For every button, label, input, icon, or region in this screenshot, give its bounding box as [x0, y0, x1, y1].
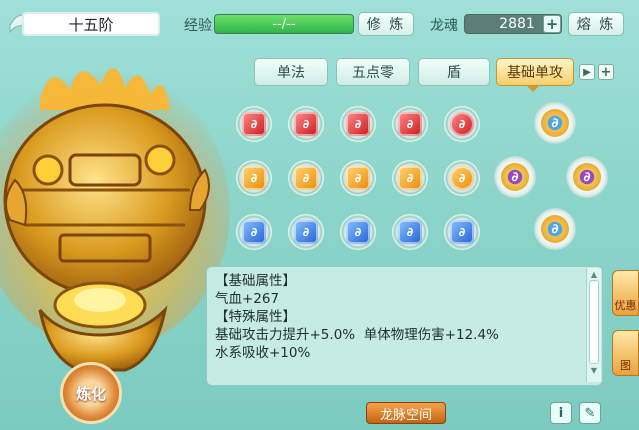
orange-gem-icon: ∂	[346, 166, 370, 190]
gem-slot-top[interactable]: ∂	[534, 102, 576, 144]
exp-label: 经验	[184, 18, 212, 34]
play-icon: ▶	[583, 66, 591, 78]
space-button-label: 龙脉空间	[379, 407, 432, 423]
info-icon: i	[558, 405, 564, 421]
gem-red[interactable]: ∂	[444, 106, 480, 142]
special-attr-line: 水系吸收+10%	[215, 345, 311, 361]
tab-label: 五点零	[352, 65, 394, 81]
gem-orange[interactable]: ∂	[444, 160, 480, 196]
rank-plate: 十五阶	[22, 12, 160, 36]
gem-grid: ∂ ∂ ∂ ∂ ∂ ∂ ∂ ∂ ∂ ∂ ∂ ∂ ∂ ∂ ∂	[236, 106, 486, 256]
dragon-vein-space-button[interactable]: 龙脉空间	[366, 402, 446, 424]
gem-red[interactable]: ∂	[288, 106, 324, 142]
orange-gem-icon: ∂	[398, 166, 422, 190]
rank-label: 十五阶	[68, 15, 114, 34]
cultivate-button[interactable]: 修 炼	[358, 12, 414, 36]
red-gem-icon: ∂	[450, 112, 474, 136]
orange-gem-icon: ∂	[294, 166, 318, 190]
dragon-cauldron-artwork	[0, 68, 230, 372]
gem-orange[interactable]: ∂	[288, 160, 324, 196]
edit-icon: ✎	[584, 405, 596, 421]
star-gem-icon: ∂	[541, 109, 569, 137]
side-item-label: 图	[620, 359, 631, 372]
smelt-button-label: 熔 炼	[576, 17, 616, 33]
red-gem-icon: ∂	[346, 112, 370, 136]
gem-blue[interactable]: ∂	[236, 214, 272, 250]
tab-label: 盾	[447, 65, 461, 81]
scroll-up-icon[interactable]: ▲	[587, 268, 601, 280]
gem-red[interactable]: ∂	[340, 106, 376, 142]
gem-blue[interactable]: ∂	[444, 214, 480, 250]
red-gem-icon: ∂	[242, 112, 266, 136]
special-attr-line: 基础攻击力提升+5.0% 单体物理伤害+12.4%	[215, 327, 499, 343]
attribute-panel: 【基础属性】 气血+267 【特殊属性】 基础攻击力提升+5.0% 单体物理伤害…	[206, 266, 603, 386]
side-item-discount[interactable]: 优惠	[612, 270, 639, 316]
info-button[interactable]: i	[550, 402, 572, 424]
gem-blue[interactable]: ∂	[340, 214, 376, 250]
base-attr-line: 气血+267	[215, 291, 280, 307]
add-soul-button[interactable]: +	[543, 15, 561, 33]
star-gem-icon: ∂	[501, 163, 529, 191]
orange-gem-icon: ∂	[450, 166, 474, 190]
tab-label: 单法	[277, 65, 305, 81]
exp-value: --/--	[272, 16, 296, 32]
gem-blue[interactable]: ∂	[392, 214, 428, 250]
cultivate-button-label: 修 炼	[366, 17, 406, 33]
active-tab-pointer-icon	[527, 86, 539, 92]
add-tab-button[interactable]: +	[598, 64, 614, 80]
blue-gem-icon: ∂	[346, 220, 370, 244]
star-gem-icon: ∂	[541, 215, 569, 243]
gem-slot-right[interactable]: ∂	[566, 156, 608, 198]
gem-red[interactable]: ∂	[392, 106, 428, 142]
tab-shield[interactable]: 盾	[418, 58, 490, 86]
refine-button[interactable]: 炼化	[60, 362, 122, 424]
tab-label: 基础单攻	[507, 65, 563, 81]
scroll-down-icon[interactable]: ▼	[587, 364, 601, 376]
tab-five-point-zero[interactable]: 五点零	[336, 58, 410, 86]
tab-single-magic[interactable]: 单法	[254, 58, 328, 86]
refine-button-label: 炼化	[75, 384, 106, 403]
side-item-label: 优惠	[614, 299, 637, 312]
plus-icon: +	[545, 14, 559, 33]
attribute-scrollbar[interactable]: ▲ ▼	[586, 268, 601, 382]
smelt-button[interactable]: 熔 炼	[568, 12, 624, 36]
side-item-map[interactable]: 图	[612, 330, 639, 376]
blue-gem-icon: ∂	[450, 220, 474, 244]
blue-gem-icon: ∂	[398, 220, 422, 244]
gem-orange[interactable]: ∂	[340, 160, 376, 196]
exp-bar: --/--	[214, 14, 354, 34]
plus-icon: +	[600, 64, 612, 80]
blue-gem-icon: ∂	[242, 220, 266, 244]
tab-basic-single-attack[interactable]: 基础单攻	[496, 58, 574, 86]
scroll-thumb[interactable]	[589, 280, 599, 364]
edit-button[interactable]: ✎	[579, 402, 601, 424]
gem-slot-left[interactable]: ∂	[494, 156, 536, 198]
soul-value: 2881	[499, 16, 535, 32]
special-attr-title: 【特殊属性】	[215, 309, 296, 325]
gem-slot-bottom[interactable]: ∂	[534, 208, 576, 250]
red-gem-icon: ∂	[294, 112, 318, 136]
gem-blue[interactable]: ∂	[288, 214, 324, 250]
base-attr-title: 【基础属性】	[215, 273, 296, 289]
gem-orange[interactable]: ∂	[236, 160, 272, 196]
blue-gem-icon: ∂	[294, 220, 318, 244]
star-gem-icon: ∂	[573, 163, 601, 191]
next-tab-button[interactable]: ▶	[579, 64, 595, 80]
gem-red[interactable]: ∂	[236, 106, 272, 142]
soul-label: 龙魂	[430, 18, 458, 34]
red-gem-icon: ∂	[398, 112, 422, 136]
orange-gem-icon: ∂	[242, 166, 266, 190]
gem-orange[interactable]: ∂	[392, 160, 428, 196]
